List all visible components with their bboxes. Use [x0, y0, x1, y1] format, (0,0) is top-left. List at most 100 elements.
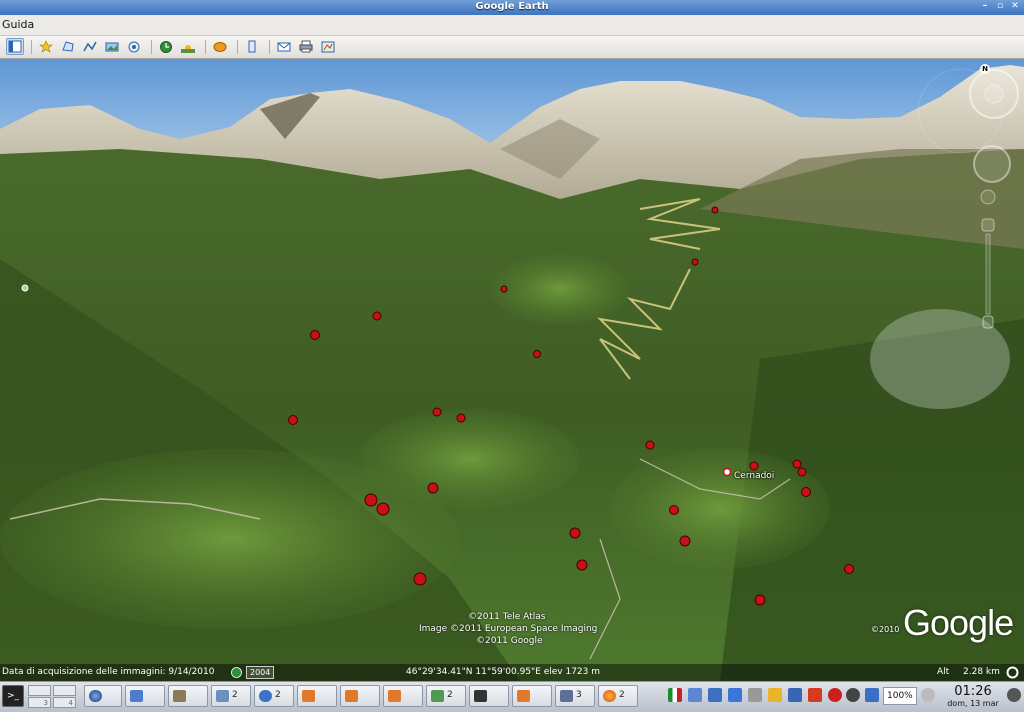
altitude-value: 2.28 km: [963, 667, 1000, 677]
tools-icon: [173, 690, 186, 702]
maximize-icon[interactable]: ▫: [994, 1, 1006, 12]
volume-icon[interactable]: [748, 688, 762, 702]
window-title: Google Earth: [475, 1, 549, 12]
task-button[interactable]: [297, 685, 337, 707]
document-icon: [216, 690, 229, 702]
terminal-icon[interactable]: >_: [2, 685, 24, 707]
task-group-documents[interactable]: 2: [211, 685, 251, 707]
toolbar-separator: [151, 40, 152, 54]
historical-imagery-icon[interactable]: [231, 667, 242, 678]
task-group-firefox[interactable]: 2: [598, 685, 638, 707]
record-tour-icon[interactable]: [125, 38, 143, 55]
task-button[interactable]: [84, 685, 122, 707]
italian-flag-icon[interactable]: [668, 688, 682, 702]
look-joystick[interactable]: [984, 84, 1004, 104]
credit-european-space-imaging: Image ©2011 European Space Imaging: [419, 624, 598, 634]
window-icon: [130, 690, 143, 702]
download-icon[interactable]: [808, 688, 822, 702]
earth-icon: [89, 690, 102, 702]
info-icon[interactable]: [921, 688, 935, 702]
clock[interactable]: 01:26 dom, 13 mar: [942, 684, 1004, 709]
workspace-1[interactable]: [28, 685, 51, 696]
task-group-images[interactable]: 2: [426, 685, 466, 707]
image-overlay-icon[interactable]: [103, 38, 121, 55]
taskbar: >_ 3 4 2 2 2 3 2 100% 01:26 dom, 13 mar: [0, 681, 1024, 712]
task-group-apps[interactable]: 3: [555, 685, 595, 707]
toolbar-separator: [31, 40, 32, 54]
view-in-maps-icon[interactable]: [319, 38, 337, 55]
file-icon: [388, 690, 401, 702]
toolbar: [0, 36, 1024, 59]
north-indicator[interactable]: N: [980, 64, 990, 74]
close-icon[interactable]: ✕: [1009, 1, 1021, 12]
historical-imagery-icon[interactable]: [157, 38, 175, 55]
toolbar-separator: [205, 40, 206, 54]
sunlight-icon[interactable]: [179, 38, 197, 55]
ruler-icon[interactable]: [243, 38, 261, 55]
credit-tele-atlas: ©2011 Tele Atlas: [468, 612, 546, 622]
earth-3d-view[interactable]: Cernadoi ©2011 Tele Atlas Image ©2011 Eu…: [0, 59, 1024, 681]
street-view-pegman-icon[interactable]: [980, 189, 996, 205]
status-bar: Data di acquisizione delle immagini: 9/1…: [0, 664, 1024, 681]
email-icon[interactable]: [275, 38, 293, 55]
image-icon: [431, 690, 444, 702]
task-button[interactable]: [125, 685, 165, 707]
task-button[interactable]: [383, 685, 423, 707]
navigation-controls[interactable]: N: [966, 64, 1021, 334]
update-icon[interactable]: [846, 688, 860, 702]
screen-icon[interactable]: [688, 688, 702, 702]
terrain-scene: [0, 59, 1024, 681]
minimize-icon[interactable]: –: [979, 1, 991, 12]
task-group-browser[interactable]: 2: [254, 685, 294, 707]
task-button[interactable]: [469, 685, 509, 707]
clock-time: 01:26: [954, 684, 992, 699]
print-icon[interactable]: [297, 38, 315, 55]
app-icon: [560, 690, 573, 702]
place-label-cernadoi[interactable]: Cernadoi: [734, 471, 774, 481]
zoom-out-icon[interactable]: [982, 315, 994, 329]
toolbar-separator: [237, 40, 238, 54]
sidebar-icon[interactable]: [6, 38, 24, 55]
placemark-icon[interactable]: [37, 38, 55, 55]
file-icon: [345, 690, 358, 702]
polygon-icon[interactable]: [59, 38, 77, 55]
globe-icon: [259, 690, 272, 702]
toolbar-separator: [269, 40, 270, 54]
workspace-2[interactable]: [53, 685, 76, 696]
task-button[interactable]: [168, 685, 208, 707]
pointer-coordinates: 46°29'34.41"N 11°59'00.95"E elev 1723 m: [406, 667, 601, 677]
google-logo: Google: [903, 602, 1014, 643]
power-icon[interactable]: [1007, 688, 1021, 702]
menu-guida[interactable]: Guida: [2, 18, 34, 31]
bluetooth-icon[interactable]: [728, 688, 742, 702]
task-button[interactable]: [340, 685, 380, 707]
keyboard-icon[interactable]: [788, 688, 802, 702]
credit-google: ©2011 Google: [476, 636, 543, 646]
workspace-pager[interactable]: 3 4: [28, 685, 78, 709]
file-icon: [302, 690, 315, 702]
clock-date: dom, 13 mar: [947, 699, 999, 708]
firefox-icon: [603, 690, 616, 702]
workspace-3[interactable]: 3: [28, 697, 51, 708]
logo-year: ©2010: [871, 625, 900, 634]
folder-icon[interactable]: [768, 688, 782, 702]
window-titlebar: Google Earth – ▫ ✕: [0, 0, 1024, 15]
altitude-label: Alt: [937, 667, 950, 677]
path-icon[interactable]: [81, 38, 99, 55]
file-icon: [517, 690, 530, 702]
battery-icon[interactable]: [865, 688, 879, 702]
loading-indicator-icon: [1006, 666, 1019, 679]
alert-icon[interactable]: [828, 688, 842, 702]
network-icon[interactable]: [708, 688, 722, 702]
monitor-icon: [474, 690, 487, 702]
imagery-date: Data di acquisizione delle immagini: 9/1…: [2, 667, 215, 677]
imagery-year[interactable]: 2004: [246, 666, 275, 679]
move-joystick[interactable]: [973, 145, 1011, 183]
zoom-level[interactable]: 100%: [883, 687, 917, 705]
menu-bar: Guida: [0, 15, 1024, 36]
zoom-in-icon[interactable]: [981, 218, 995, 232]
workspace-4[interactable]: 4: [53, 697, 76, 708]
task-button[interactable]: [512, 685, 552, 707]
zoom-slider-track[interactable]: [985, 233, 991, 315]
switch-sky-icon[interactable]: [211, 38, 229, 55]
